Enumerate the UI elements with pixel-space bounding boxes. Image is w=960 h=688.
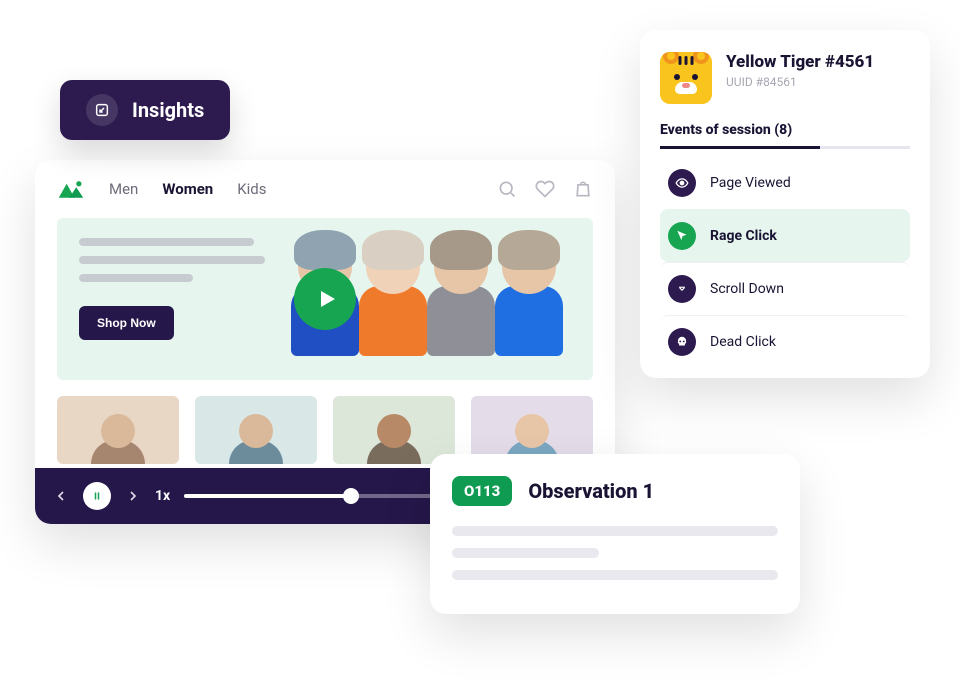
skull-icon [668,328,696,356]
user-avatar [660,52,712,104]
heart-icon[interactable] [535,179,555,199]
user-uuid: UUID #84561 [726,75,874,89]
bag-icon[interactable] [573,179,593,199]
thumbnail[interactable] [195,396,317,464]
event-label: Rage Click [710,228,777,244]
event-row-page-viewed[interactable]: Page Viewed [660,157,910,209]
seek-progress [184,494,351,498]
insights-pill[interactable]: Insights [60,80,230,140]
event-label: Scroll Down [710,281,784,297]
thumbnail[interactable] [333,396,455,464]
pause-button[interactable] [83,482,111,510]
events-tab-indicator [660,146,910,149]
event-row-scroll-down[interactable]: Scroll Down [660,262,910,315]
search-icon[interactable] [497,179,517,199]
brand-logo-icon [57,178,85,200]
nav-link-men[interactable]: Men [109,180,138,198]
text-placeholder [79,238,254,246]
nav-link-women[interactable]: Women [162,180,213,198]
nav-link-kids[interactable]: Kids [237,180,266,198]
event-row-rage-click[interactable]: Rage Click [660,209,910,262]
play-button[interactable] [294,268,356,330]
prev-frame-button[interactable] [53,488,69,504]
user-name: Yellow Tiger #4561 [726,52,874,72]
cursor-icon [668,222,696,250]
observation-title: Observation 1 [528,479,654,503]
observation-id-badge: O113 [452,476,512,506]
thumbnail[interactable] [57,396,179,464]
session-events-card: Yellow Tiger #4561 UUID #84561 Events of… [640,30,930,378]
observation-card: O113 Observation 1 [430,454,800,614]
scroll-icon [668,275,696,303]
events-section-title: Events of session (8) [660,122,910,138]
text-placeholder [452,526,778,536]
insights-label: Insights [132,98,204,122]
text-placeholder [452,570,778,580]
text-placeholder [452,548,599,558]
next-frame-button[interactable] [125,488,141,504]
hero-banner: Shop Now [57,218,593,380]
event-label: Page Viewed [710,175,791,191]
shop-now-button[interactable]: Shop Now [79,306,174,340]
insights-icon [86,94,118,126]
playback-speed[interactable]: 1x [155,488,170,504]
eye-icon [668,169,696,197]
event-row-dead-click[interactable]: Dead Click [660,315,910,368]
site-navigation: Men Women Kids [35,160,615,218]
event-label: Dead Click [710,334,776,350]
text-placeholder [79,274,193,282]
text-placeholder [79,256,265,264]
seek-handle[interactable] [343,488,359,504]
